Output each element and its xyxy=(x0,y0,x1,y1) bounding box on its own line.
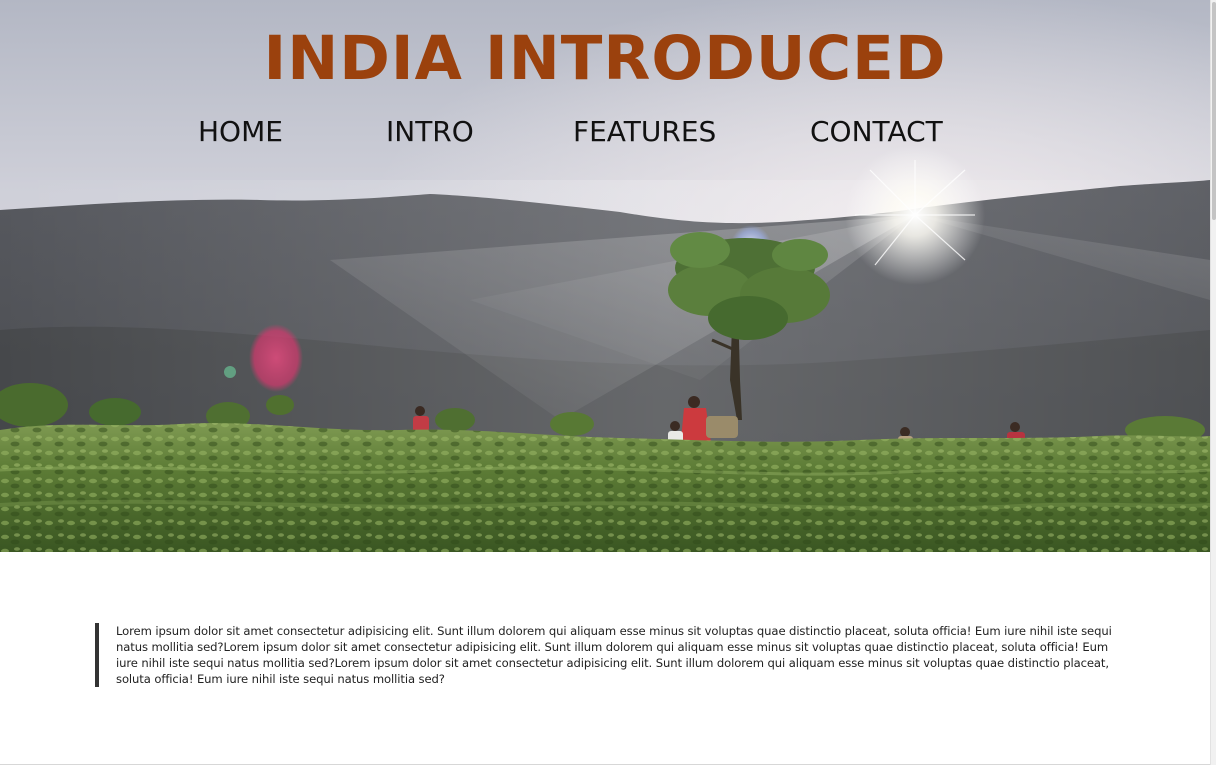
hero-banner: INDIA INTRODUCED HOME INTRO FEATURES CON… xyxy=(0,0,1210,552)
nav-contact-link[interactable]: CONTACT xyxy=(810,112,943,152)
nav-intro-link[interactable]: INTRO xyxy=(386,112,474,152)
main-nav: HOME INTRO FEATURES CONTACT xyxy=(0,112,1210,152)
vertical-scrollbar[interactable] xyxy=(1210,0,1216,765)
nav-features-link[interactable]: FEATURES xyxy=(573,112,716,152)
page: INDIA INTRODUCED HOME INTRO FEATURES CON… xyxy=(0,0,1216,765)
nav-home-link[interactable]: HOME xyxy=(198,112,283,152)
intro-quote-text: Lorem ipsum dolor sit amet consectetur a… xyxy=(116,624,1112,686)
main-content: Lorem ipsum dolor sit amet consectetur a… xyxy=(0,552,1210,765)
scrollbar-thumb[interactable] xyxy=(1212,2,1216,220)
intro-blockquote: Lorem ipsum dolor sit amet consectetur a… xyxy=(95,623,1116,687)
site-title: INDIA INTRODUCED xyxy=(263,23,947,94)
